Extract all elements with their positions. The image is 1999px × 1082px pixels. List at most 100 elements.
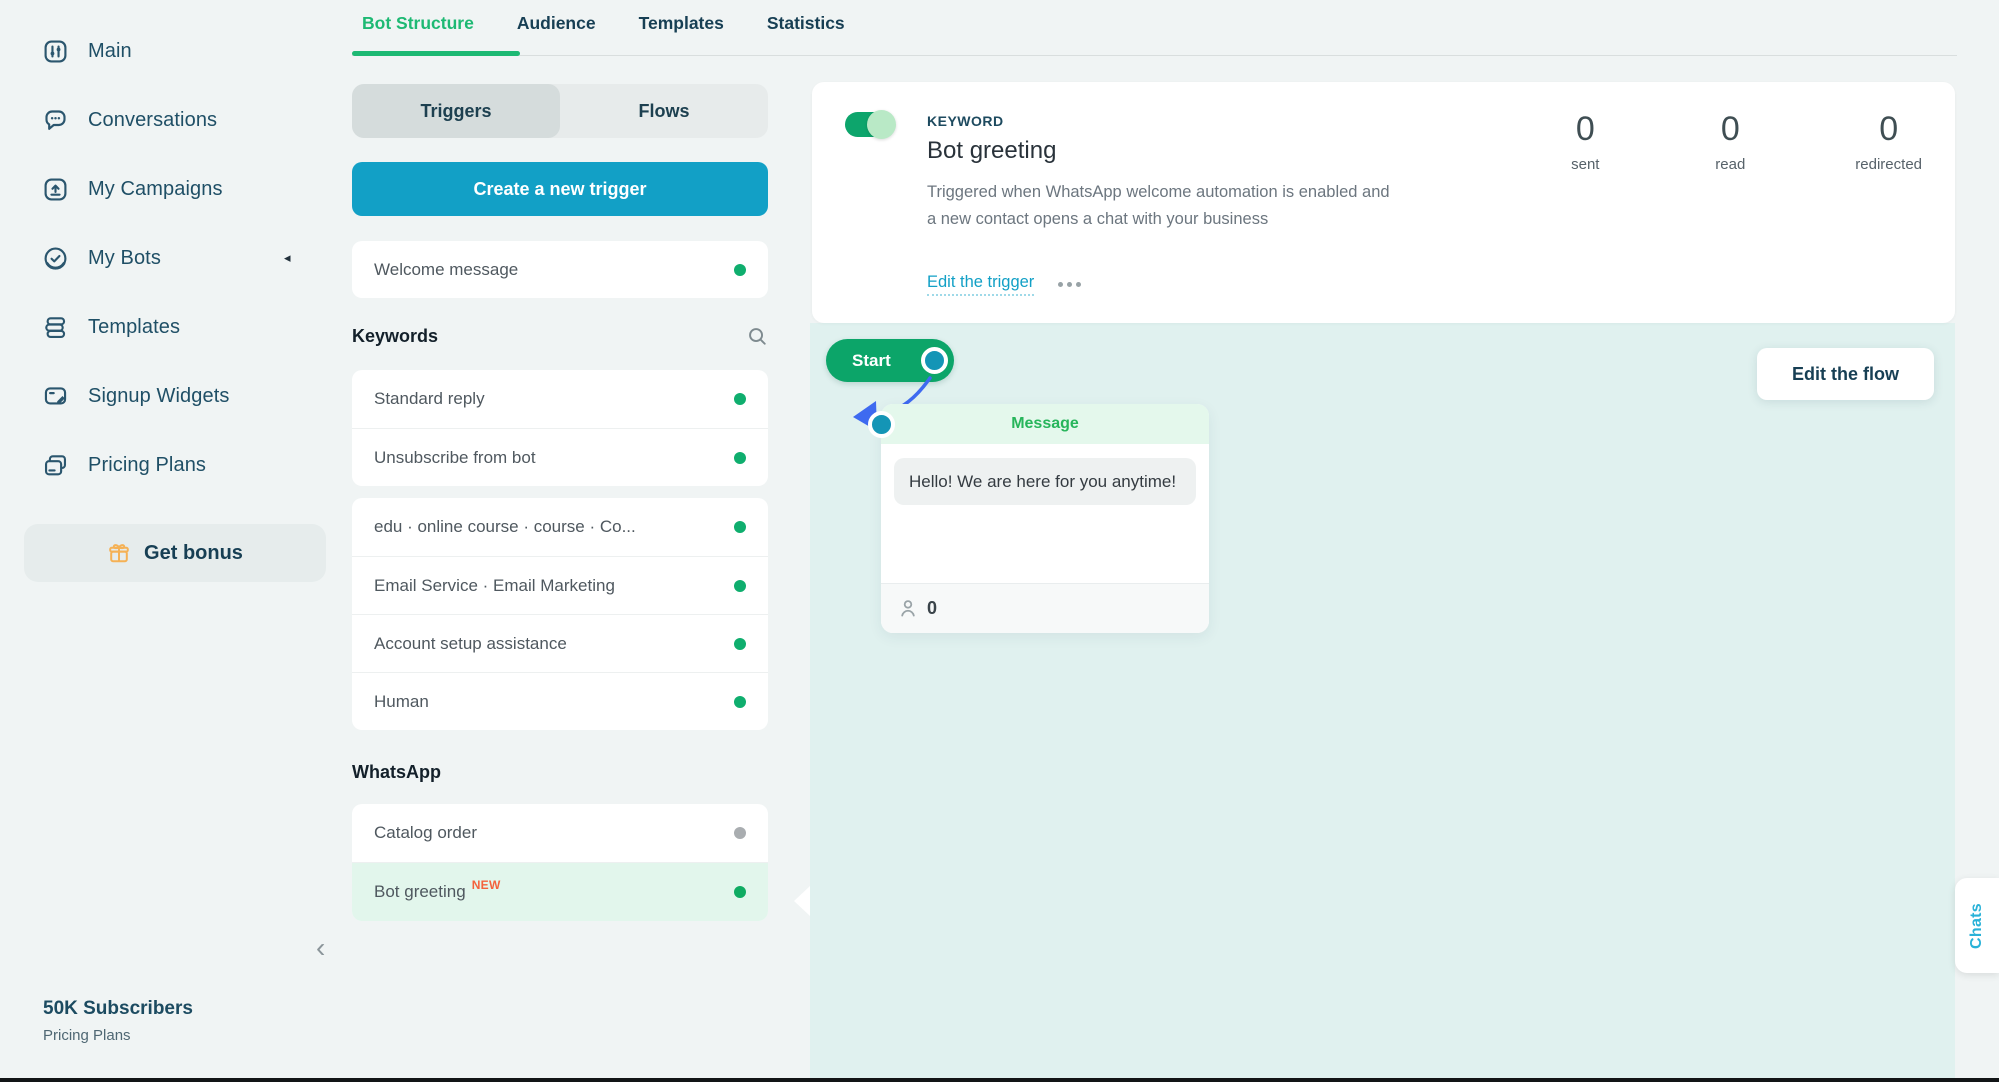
stack-icon bbox=[42, 314, 69, 341]
subscribers-plan-title: 50K Subscribers bbox=[43, 998, 193, 1019]
trigger-title: Bot greeting bbox=[927, 137, 1057, 164]
gift-icon bbox=[107, 541, 131, 565]
status-dot bbox=[734, 695, 746, 708]
widget-pencil-icon bbox=[42, 383, 69, 410]
keyword-group-1: Standard reply Unsubscribe from bot bbox=[352, 370, 768, 486]
bot-check-icon bbox=[42, 245, 69, 272]
sidebar-item-label: Pricing Plans bbox=[88, 453, 207, 476]
more-options-icon[interactable] bbox=[1058, 282, 1082, 287]
pricing-plans-link[interactable]: Pricing Plans bbox=[43, 1027, 131, 1044]
message-bubble-text: Hello! We are here for you anytime! bbox=[894, 458, 1196, 505]
trigger-description: Triggered when WhatsApp welcome automati… bbox=[927, 183, 1390, 228]
message-node-header: Message bbox=[881, 404, 1209, 444]
sidebar-item-conversations[interactable]: Conversations bbox=[0, 100, 340, 140]
stat-sent: 0 sent bbox=[1565, 110, 1605, 173]
triggers-flows-segmented-control: Triggers Flows bbox=[352, 84, 768, 138]
scroll-up-chevron-icon[interactable]: ‹ bbox=[316, 934, 325, 962]
tab-bot-structure[interactable]: Bot Structure bbox=[362, 13, 474, 34]
trigger-row-welcome-message[interactable]: Welcome message bbox=[352, 241, 768, 298]
status-dot bbox=[734, 827, 746, 839]
sidebar-item-label: My Campaigns bbox=[88, 177, 223, 200]
keyword-detail-card: KEYWORD Bot greeting Triggered when What… bbox=[812, 82, 1955, 323]
segment-flows[interactable]: Flows bbox=[560, 84, 768, 138]
message-node-footer: 0 bbox=[881, 583, 1209, 633]
keywords-heading: Keywords bbox=[352, 326, 439, 346]
toggle-knob bbox=[867, 110, 896, 139]
status-dot bbox=[734, 263, 746, 276]
chats-tab-label: Chats bbox=[1968, 902, 1985, 949]
status-dot bbox=[734, 393, 746, 405]
trigger-row-label: edu · online course · course · Co... bbox=[374, 517, 636, 536]
keyword-group-2: edu · online course · course · Co... Ema… bbox=[352, 498, 768, 730]
welcome-message-card: Welcome message bbox=[352, 241, 768, 298]
chatbot-builder-app: Main Conversations My Campaigns My Bots … bbox=[0, 0, 1999, 1082]
trigger-row-label: Welcome message bbox=[374, 259, 519, 279]
trigger-row-bot-greeting[interactable]: Bot greeting NEW bbox=[352, 862, 768, 921]
trigger-row[interactable]: Standard reply bbox=[352, 370, 768, 428]
active-tab-underline bbox=[352, 51, 520, 56]
panel-collapse-handle-icon[interactable] bbox=[794, 886, 810, 916]
trigger-row[interactable]: edu · online course · course · Co... bbox=[352, 498, 768, 556]
new-badge: NEW bbox=[471, 878, 501, 892]
create-new-trigger-button[interactable]: Create a new trigger bbox=[352, 162, 768, 216]
tab-audience[interactable]: Audience bbox=[517, 13, 596, 34]
sidebar-item-label: Main bbox=[88, 39, 132, 62]
tab-templates[interactable]: Templates bbox=[639, 13, 724, 34]
window-bottom-edge bbox=[0, 1078, 1999, 1082]
sidebar-item-my-bots[interactable]: My Bots ◂ bbox=[0, 238, 340, 278]
edit-trigger-link[interactable]: Edit the trigger bbox=[927, 273, 1035, 296]
stat-value: 0 bbox=[1879, 110, 1899, 148]
trigger-row[interactable]: Account setup assistance bbox=[352, 614, 768, 672]
trigger-actions: Edit the trigger bbox=[927, 273, 1082, 296]
status-dot bbox=[734, 451, 746, 464]
sidebar-item-my-campaigns[interactable]: My Campaigns bbox=[0, 169, 340, 209]
sidebar-item-templates[interactable]: Templates bbox=[0, 307, 340, 347]
trigger-row-label: Unsubscribe from bot bbox=[374, 447, 536, 467]
stat-read: 0 read bbox=[1710, 110, 1750, 173]
trigger-row-label: Catalog order bbox=[374, 823, 478, 842]
sidebar-item-label: Templates bbox=[88, 315, 181, 338]
sidebar-item-label: Conversations bbox=[88, 108, 218, 131]
chats-side-tab[interactable]: Chats bbox=[1955, 878, 1999, 973]
message-input-port[interactable] bbox=[868, 411, 895, 438]
trigger-type-label: KEYWORD bbox=[927, 113, 1004, 129]
trigger-row-label: Account setup assistance bbox=[374, 633, 567, 653]
trigger-row-catalog-order[interactable]: Catalog order bbox=[352, 804, 768, 862]
flow-message-node[interactable]: Message Hello! We are here for you anyti… bbox=[868, 404, 1209, 633]
message-contact-count: 0 bbox=[927, 598, 938, 618]
sidebar: Main Conversations My Campaigns My Bots … bbox=[0, 0, 340, 1082]
stat-value: 0 bbox=[1720, 110, 1740, 148]
status-dot bbox=[734, 521, 746, 533]
contacts-person-icon bbox=[899, 599, 917, 618]
segment-triggers[interactable]: Triggers bbox=[352, 84, 560, 138]
flow-start-node[interactable]: Start bbox=[826, 339, 954, 382]
status-dot bbox=[734, 886, 746, 898]
get-bonus-button[interactable]: Get bonus bbox=[24, 524, 326, 582]
tab-statistics[interactable]: Statistics bbox=[767, 13, 845, 34]
search-icon[interactable] bbox=[747, 326, 768, 347]
trigger-row-label: Email Service · Email Marketing bbox=[374, 575, 615, 595]
sidebar-item-signup-widgets[interactable]: Signup Widgets bbox=[0, 376, 340, 416]
stat-redirected: 0 redirected bbox=[1855, 110, 1922, 173]
trigger-row[interactable]: Email Service · Email Marketing bbox=[352, 556, 768, 614]
whatsapp-heading-row: WhatsApp bbox=[352, 762, 768, 783]
status-dot bbox=[734, 579, 746, 592]
trigger-row[interactable]: Human bbox=[352, 672, 768, 730]
edit-flow-button[interactable]: Edit the flow bbox=[1757, 348, 1934, 400]
trigger-enabled-toggle[interactable] bbox=[845, 110, 896, 139]
trigger-row-label: Human bbox=[374, 691, 429, 711]
start-node-label: Start bbox=[852, 350, 891, 370]
get-bonus-label: Get bonus bbox=[144, 541, 243, 564]
start-output-port[interactable] bbox=[921, 347, 948, 374]
trigger-row-label: Standard reply bbox=[374, 389, 485, 408]
sidebar-item-main[interactable]: Main bbox=[0, 31, 340, 71]
bot-tabs: Bot Structure Audience Templates Statist… bbox=[362, 13, 845, 34]
sidebar-item-label: Signup Widgets bbox=[88, 384, 230, 407]
status-dot bbox=[734, 637, 746, 650]
keywords-heading-row: Keywords bbox=[352, 326, 768, 347]
stat-label: sent bbox=[1571, 156, 1600, 173]
trigger-row[interactable]: Unsubscribe from bot bbox=[352, 428, 768, 486]
collapse-caret-icon[interactable]: ◂ bbox=[284, 250, 291, 266]
sidebar-item-label: My Bots bbox=[88, 246, 161, 269]
sidebar-item-pricing-plans[interactable]: Pricing Plans bbox=[0, 445, 340, 485]
